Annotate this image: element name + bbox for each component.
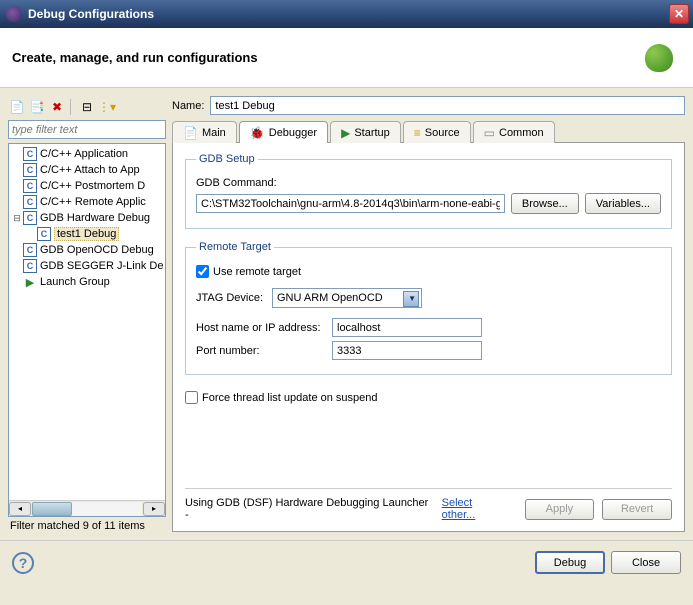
tree-item-gdb-hw[interactable]: ⊟CGDB Hardware Debug — [9, 210, 165, 226]
name-label: Name: — [172, 100, 204, 112]
filter-menu-icon[interactable]: ⋮▾ — [98, 98, 116, 116]
config-tree: CC/C++ Application CC/C++ Attach to App … — [8, 143, 166, 517]
collapse-all-icon[interactable]: ⊟ — [78, 98, 96, 116]
tab-bar: 📄Main 🐞Debugger ▶Startup ≡Source ▭Common — [172, 121, 685, 143]
debug-button[interactable]: Debug — [535, 551, 605, 574]
tree-item-launch-group[interactable]: ▶Launch Group — [9, 274, 165, 290]
tab-debugger[interactable]: 🐞Debugger — [239, 121, 328, 143]
gdb-setup-legend: GDB Setup — [196, 153, 258, 165]
tree-item-test1-debug[interactable]: Ctest1 Debug — [9, 226, 165, 242]
gdb-setup-group: GDB Setup GDB Command: Browse... Variabl… — [185, 153, 672, 229]
bottom-bar: ? Debug Close — [0, 540, 693, 584]
tab-source[interactable]: ≡Source — [403, 121, 471, 143]
tree-item-cpost[interactable]: CC/C++ Postmortem D — [9, 178, 165, 194]
tree-item-openocd[interactable]: CGDB OpenOCD Debug — [9, 242, 165, 258]
right-panel: Name: 📄Main 🐞Debugger ▶Startup ≡Source ▭… — [172, 96, 685, 532]
force-update-label: Force thread list update on suspend — [202, 392, 378, 404]
startup-tab-icon: ▶ — [341, 126, 350, 140]
host-input[interactable] — [332, 318, 482, 337]
debug-bug-icon — [637, 36, 681, 80]
common-tab-icon: ▭ — [484, 126, 495, 140]
remote-target-legend: Remote Target — [196, 241, 274, 253]
header: Create, manage, and run configurations — [0, 28, 693, 88]
launcher-row: Using GDB (DSF) Hardware Debugging Launc… — [185, 488, 672, 521]
tab-startup[interactable]: ▶Startup — [330, 121, 401, 143]
delete-config-icon[interactable]: ✖ — [48, 98, 66, 116]
titlebar: Debug Configurations ✕ — [0, 0, 693, 28]
jtag-device-select[interactable]: GNU ARM OpenOCD▼ — [272, 288, 422, 308]
tree-item-cremote[interactable]: CC/C++ Remote Applic — [9, 194, 165, 210]
remote-target-group: Remote Target Use remote target JTAG Dev… — [185, 241, 672, 375]
revert-button[interactable]: Revert — [602, 499, 672, 520]
new-config-icon[interactable]: 📄 — [8, 98, 26, 116]
duplicate-config-icon[interactable]: 📑 — [28, 98, 46, 116]
gdb-command-label: GDB Command: — [196, 177, 277, 189]
source-tab-icon: ≡ — [414, 126, 421, 140]
filter-input[interactable] — [8, 120, 166, 139]
gdb-command-input[interactable] — [196, 194, 505, 213]
scroll-thumb[interactable] — [32, 502, 72, 516]
chevron-down-icon: ▼ — [408, 294, 416, 303]
tree-item-cattach[interactable]: CC/C++ Attach to App — [9, 162, 165, 178]
port-input[interactable] — [332, 341, 482, 360]
force-update-checkbox[interactable] — [185, 391, 198, 404]
close-icon[interactable]: ✕ — [669, 4, 689, 24]
tab-main[interactable]: 📄Main — [172, 121, 237, 143]
jtag-device-label: JTAG Device: — [196, 292, 266, 304]
apply-button[interactable]: Apply — [525, 499, 595, 520]
select-other-link[interactable]: Select other... — [442, 497, 509, 521]
toolbar-separator — [70, 99, 74, 115]
help-icon[interactable]: ? — [12, 552, 34, 574]
debugger-tab-icon: 🐞 — [250, 126, 265, 140]
port-label: Port number: — [196, 345, 326, 357]
browse-button[interactable]: Browse... — [511, 193, 579, 214]
tab-common[interactable]: ▭Common — [473, 121, 555, 143]
close-button[interactable]: Close — [611, 551, 681, 574]
debugger-tab-content: GDB Setup GDB Command: Browse... Variabl… — [172, 142, 685, 532]
filter-status: Filter matched 9 of 11 items — [8, 517, 166, 532]
left-toolbar: 📄 📑 ✖ ⊟ ⋮▾ — [8, 96, 166, 120]
page-title: Create, manage, and run configurations — [12, 50, 637, 65]
tree-item-segger[interactable]: CGDB SEGGER J-Link De — [9, 258, 165, 274]
force-update-row: Force thread list update on suspend — [185, 391, 672, 404]
launcher-text: Using GDB (DSF) Hardware Debugging Launc… — [185, 497, 434, 521]
left-panel: 📄 📑 ✖ ⊟ ⋮▾ CC/C++ Application CC/C++ Att… — [8, 96, 166, 532]
scroll-left-icon[interactable]: ◂ — [9, 502, 31, 516]
main-tab-icon: 📄 — [183, 126, 198, 140]
use-remote-label: Use remote target — [213, 266, 301, 278]
host-label: Host name or IP address: — [196, 322, 326, 334]
launch-group-icon: ▶ — [23, 276, 37, 289]
scroll-right-icon[interactable]: ▸ — [143, 502, 165, 516]
window-title: Debug Configurations — [28, 7, 669, 21]
tree-h-scrollbar[interactable]: ◂ ▸ — [9, 500, 165, 516]
use-remote-checkbox[interactable] — [196, 265, 209, 278]
eclipse-icon — [6, 6, 22, 22]
name-input[interactable] — [210, 96, 685, 115]
variables-button[interactable]: Variables... — [585, 193, 661, 214]
tree-item-capp[interactable]: CC/C++ Application — [9, 146, 165, 162]
